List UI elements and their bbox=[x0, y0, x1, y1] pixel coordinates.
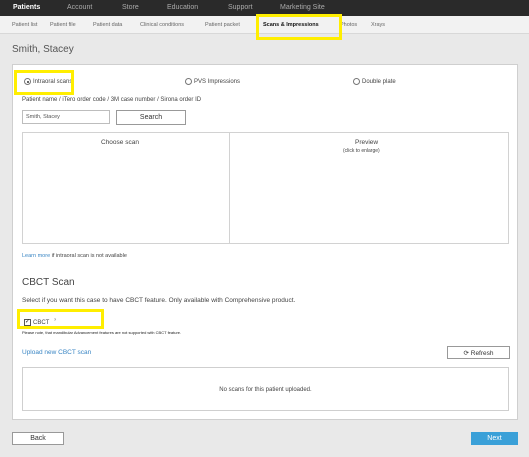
nav-support[interactable]: Support bbox=[228, 0, 253, 16]
patient-title: Smith, Stacey bbox=[12, 44, 74, 55]
refresh-icon: ⟳ bbox=[463, 349, 469, 357]
back-button[interactable]: Back bbox=[12, 432, 64, 445]
refresh-label: Refresh bbox=[470, 349, 494, 357]
radio-icon bbox=[353, 78, 360, 85]
top-nav: Patients Account Store Education Support… bbox=[0, 0, 529, 16]
sub-nav: Patient list Patient file Patient data C… bbox=[0, 16, 529, 34]
cbct-title: CBCT Scan bbox=[22, 277, 75, 288]
subnav-patient-file[interactable]: Patient file bbox=[50, 16, 76, 34]
nav-education[interactable]: Education bbox=[167, 0, 198, 16]
radio-intraoral-label: Intraoral scans bbox=[33, 79, 73, 86]
radio-doubleplate[interactable]: Double plate bbox=[353, 78, 396, 87]
radio-pvs[interactable]: PVS Impressions bbox=[185, 78, 240, 87]
radio-icon bbox=[185, 78, 192, 85]
search-label: Patient name / iTero order code / 3M cas… bbox=[22, 97, 202, 103]
no-scans-message: No scans for this patient uploaded. bbox=[219, 387, 312, 393]
nav-marketing-site[interactable]: Marketing Site bbox=[280, 0, 325, 16]
learn-more-link[interactable]: Learn more bbox=[22, 253, 50, 259]
learn-more-text: if intraoral scan is not available bbox=[50, 253, 127, 259]
column-divider bbox=[229, 133, 230, 243]
cbct-scans-box: No scans for this patient uploaded. bbox=[22, 367, 509, 411]
next-button[interactable]: Next bbox=[471, 432, 518, 445]
subnav-xrays[interactable]: Xrays bbox=[371, 16, 385, 34]
search-input[interactable]: Smith, Stacey bbox=[22, 110, 110, 124]
radio-pvs-label: PVS Impressions bbox=[194, 79, 241, 86]
refresh-button[interactable]: ⟳ Refresh bbox=[447, 346, 510, 359]
preview-hint: (click to enlarge) bbox=[343, 148, 380, 154]
radio-selected-icon bbox=[24, 78, 31, 85]
cbct-description: Select if you want this case to have CBC… bbox=[22, 297, 296, 304]
upload-cbct-link[interactable]: Upload new CBCT scan bbox=[22, 349, 91, 356]
cbct-checkbox[interactable]: ✓ CBCT ? bbox=[24, 315, 56, 326]
choose-scan-header: Choose scan bbox=[101, 139, 139, 146]
scan-chooser: Choose scan Preview (click to enlarge) bbox=[22, 132, 509, 244]
subnav-clinical-conditions[interactable]: Clinical conditions bbox=[140, 16, 184, 34]
nav-patients[interactable]: Patients bbox=[13, 0, 40, 16]
radio-intraoral[interactable]: Intraoral scans bbox=[24, 78, 72, 87]
cbct-checkbox-label: CBCT bbox=[33, 320, 50, 326]
subnav-patient-data[interactable]: Patient data bbox=[93, 16, 122, 34]
subnav-photos[interactable]: Photos bbox=[340, 16, 357, 34]
subnav-patient-list[interactable]: Patient list bbox=[12, 16, 37, 34]
cbct-note: Please note, that mandibular Advancement… bbox=[22, 330, 182, 335]
checkbox-checked-icon: ✓ bbox=[24, 318, 31, 326]
search-button[interactable]: Search bbox=[116, 110, 186, 125]
preview-header: Preview bbox=[355, 139, 379, 146]
learn-more-line: Learn more if intraoral scan is not avai… bbox=[22, 253, 127, 259]
subnav-scans-impressions[interactable]: Scans & Impressions bbox=[263, 16, 319, 34]
info-icon[interactable]: ? bbox=[54, 317, 56, 322]
nav-account[interactable]: Account bbox=[67, 0, 92, 16]
subnav-patient-packet[interactable]: Patient packet bbox=[205, 16, 240, 34]
radio-doubleplate-label: Double plate bbox=[362, 79, 396, 86]
nav-store[interactable]: Store bbox=[122, 0, 139, 16]
